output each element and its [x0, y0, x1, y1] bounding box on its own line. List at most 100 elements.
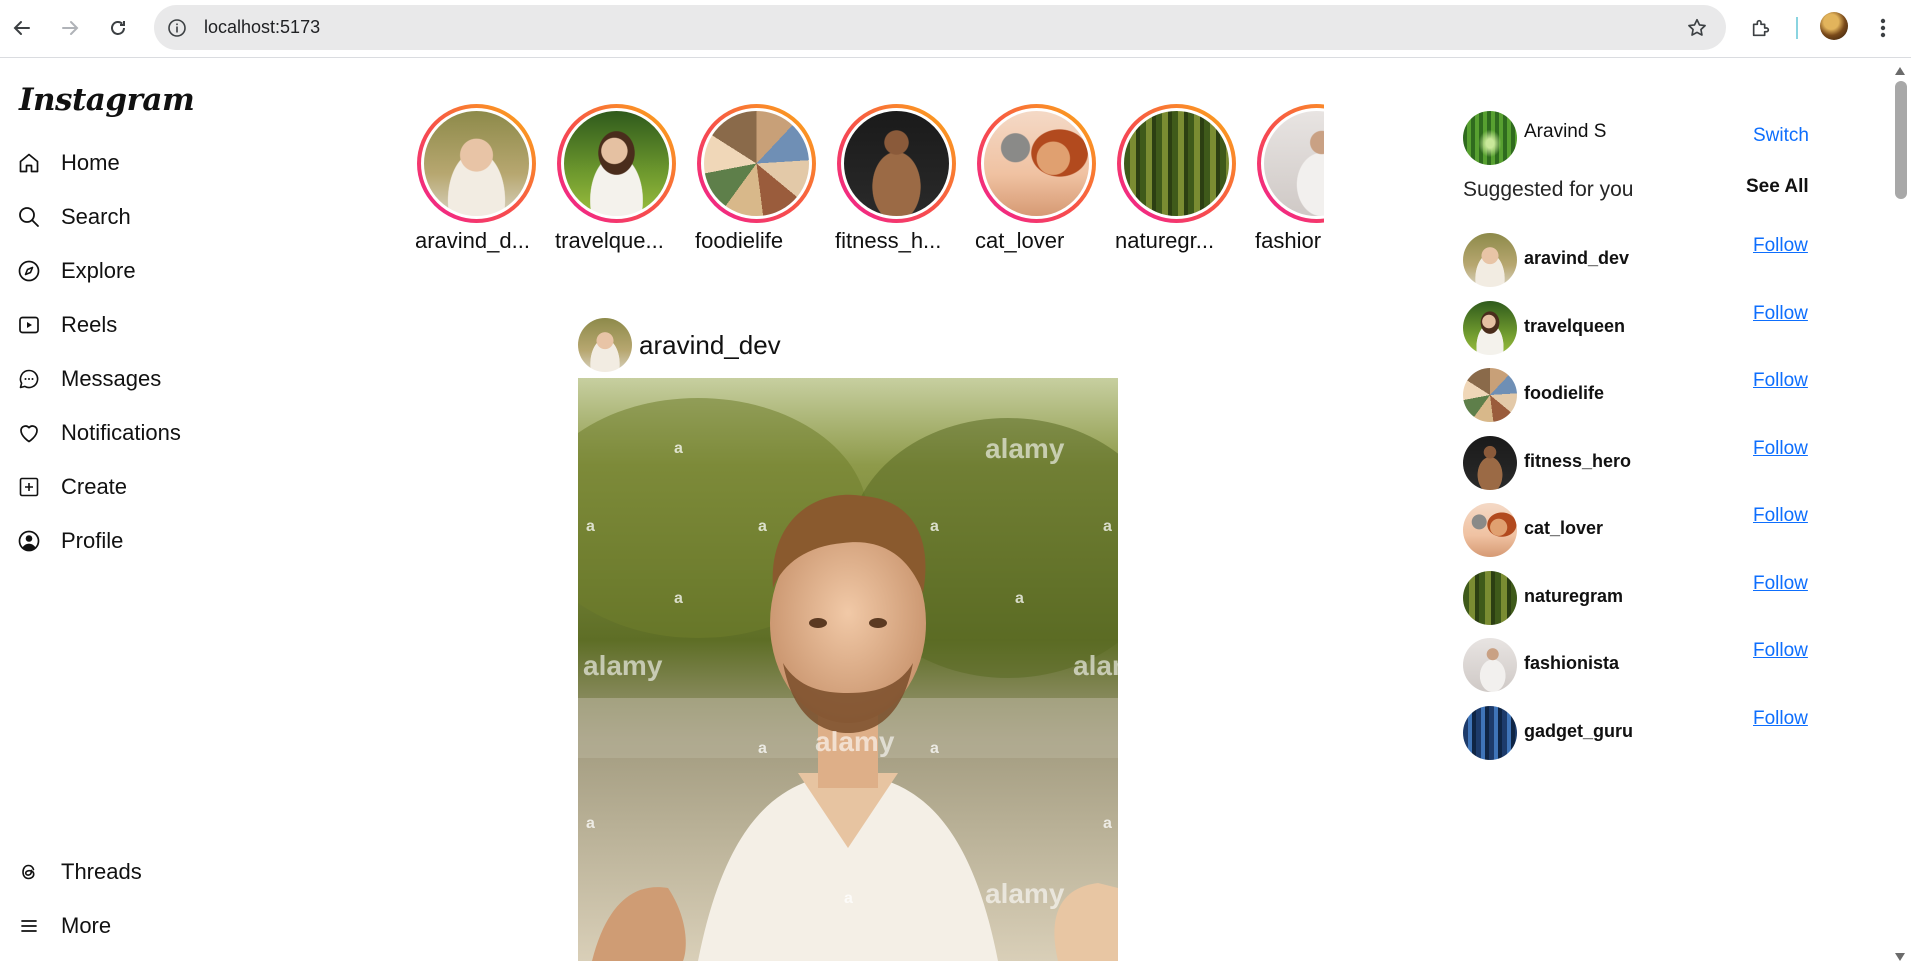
message-icon: [16, 366, 42, 392]
story-avatar: [981, 108, 1092, 219]
story-item[interactable]: foodielife: [694, 104, 834, 264]
story-username: cat_lover: [975, 228, 1065, 253]
reload-icon[interactable]: [101, 11, 135, 45]
toolbar-divider: [1796, 17, 1798, 39]
suggestion-username[interactable]: travelqueen: [1524, 316, 1625, 337]
story-username: travelque...: [555, 228, 664, 253]
watermark-letter: a: [674, 440, 683, 457]
suggestion-avatar[interactable]: [1463, 706, 1517, 760]
story-avatar: [701, 108, 812, 219]
story-item[interactable]: travelque...: [554, 104, 694, 264]
arrow-left-icon[interactable]: [5, 11, 39, 45]
switch-account-link[interactable]: Switch: [1753, 125, 1809, 147]
address-bar[interactable]: localhost:5173: [154, 5, 1726, 50]
follow-button[interactable]: Follow: [1753, 235, 1808, 257]
story-ring: [977, 104, 1096, 223]
sidebar-item-messages[interactable]: Messages: [16, 359, 161, 399]
story-avatar: [561, 108, 672, 219]
sidebar-item-reels[interactable]: Reels: [16, 305, 117, 345]
sidebar-item-label: Search: [61, 204, 131, 229]
suggestion-username[interactable]: naturegram: [1524, 586, 1623, 607]
follow-button[interactable]: Follow: [1753, 370, 1808, 392]
scroll-up-arrow-icon[interactable]: [1895, 67, 1905, 75]
sidebar-item-label: Explore: [61, 258, 136, 283]
suggestion-avatar[interactable]: [1463, 503, 1517, 557]
story-item[interactable]: aravind_d...: [414, 104, 554, 264]
post-avatar[interactable]: [578, 318, 632, 372]
suggestion-username[interactable]: foodielife: [1524, 383, 1604, 404]
sidebar-item-explore[interactable]: Explore: [16, 251, 136, 291]
story-item[interactable]: fashior: [1254, 104, 1324, 264]
suggestion-row: foodielife Follow: [1463, 368, 1823, 422]
suggestion-row: gadget_guru Follow: [1463, 706, 1823, 760]
post-username[interactable]: aravind_dev: [639, 330, 781, 361]
watermark-text: alamy: [985, 878, 1065, 909]
sidebar-item-notifications[interactable]: Notifications: [16, 413, 181, 453]
see-all-link[interactable]: See All: [1746, 176, 1809, 198]
suggestion-username[interactable]: gadget_guru: [1524, 721, 1633, 742]
follow-button[interactable]: Follow: [1753, 505, 1808, 527]
story-username: naturegr...: [1115, 228, 1215, 253]
current-user-name[interactable]: Aravind S: [1524, 121, 1606, 143]
story-item[interactable]: naturegr...: [1114, 104, 1254, 264]
sidebar-item-more[interactable]: More: [16, 906, 111, 946]
suggestion-avatar[interactable]: [1463, 638, 1517, 692]
watermark-letter: a: [930, 740, 939, 757]
instagram-logo[interactable]: Instagram: [19, 82, 195, 118]
story-item[interactable]: cat_lover: [974, 104, 1114, 264]
suggestion-avatar[interactable]: [1463, 233, 1517, 287]
story-username: aravind_d...: [415, 228, 530, 253]
suggestion-username[interactable]: fashionista: [1524, 653, 1619, 674]
suggestion-row: fashionista Follow: [1463, 638, 1823, 692]
follow-button[interactable]: Follow: [1753, 640, 1808, 662]
watermark-letter: a: [1103, 815, 1112, 832]
follow-button[interactable]: Follow: [1753, 708, 1808, 730]
reels-icon: [16, 312, 42, 338]
suggestion-avatar[interactable]: [1463, 436, 1517, 490]
follow-button[interactable]: Follow: [1753, 303, 1808, 325]
sidebar-item-home[interactable]: Home: [16, 143, 120, 183]
watermark-letter: a: [930, 518, 939, 535]
search-icon: [16, 204, 42, 230]
story-ring: [1117, 104, 1236, 223]
post-image[interactable]: alamy alamy alamy alamy alamy a a a a a …: [578, 378, 1118, 961]
current-user-avatar[interactable]: [1463, 111, 1517, 165]
kebab-menu-icon[interactable]: [1866, 11, 1900, 45]
sidebar-item-profile[interactable]: Profile: [16, 521, 123, 561]
suggestion-username[interactable]: aravind_dev: [1524, 248, 1629, 269]
suggestion-avatar[interactable]: [1463, 571, 1517, 625]
suggestion-username[interactable]: cat_lover: [1524, 518, 1603, 539]
story-ring: [557, 104, 676, 223]
scroll-down-arrow-icon[interactable]: [1895, 953, 1905, 961]
watermark-letter: a: [1103, 518, 1112, 535]
watermark-text: alamy: [1073, 650, 1118, 681]
stories-bar: aravind_d... travelque... foodielife fit…: [414, 104, 1324, 264]
follow-button[interactable]: Follow: [1753, 573, 1808, 595]
suggestions-title: Suggested for you: [1463, 178, 1634, 201]
suggestion-avatar[interactable]: [1463, 368, 1517, 422]
url-text[interactable]: localhost:5173: [204, 17, 320, 38]
sidebar-item-label: Profile: [61, 528, 124, 553]
watermark-letter: a: [586, 518, 595, 535]
sidebar-item-create[interactable]: Create: [16, 467, 127, 507]
story-ring: [697, 104, 816, 223]
info-icon[interactable]: [164, 15, 189, 40]
sidebar-item-label: Home: [61, 150, 120, 175]
story-avatar: [1121, 108, 1232, 219]
watermark-letter: a: [586, 815, 595, 832]
story-item[interactable]: fitness_h...: [834, 104, 974, 264]
suggestion-username[interactable]: fitness_hero: [1524, 451, 1631, 472]
scroll-thumb[interactable]: [1895, 81, 1907, 199]
sidebar-item-search[interactable]: Search: [16, 197, 131, 237]
page-scrollbar[interactable]: [1890, 59, 1911, 961]
star-icon[interactable]: [1684, 15, 1710, 41]
puzzle-icon[interactable]: [1744, 11, 1778, 45]
watermark-letter: a: [674, 590, 683, 607]
suggestion-avatar[interactable]: [1463, 301, 1517, 355]
browser-profile-avatar[interactable]: [1820, 12, 1848, 40]
sidebar-item-threads[interactable]: Threads: [16, 852, 142, 892]
arrow-right-icon[interactable]: [53, 11, 87, 45]
follow-button[interactable]: Follow: [1753, 438, 1808, 460]
threads-icon: [16, 859, 42, 885]
watermark-letter: a: [758, 740, 767, 757]
